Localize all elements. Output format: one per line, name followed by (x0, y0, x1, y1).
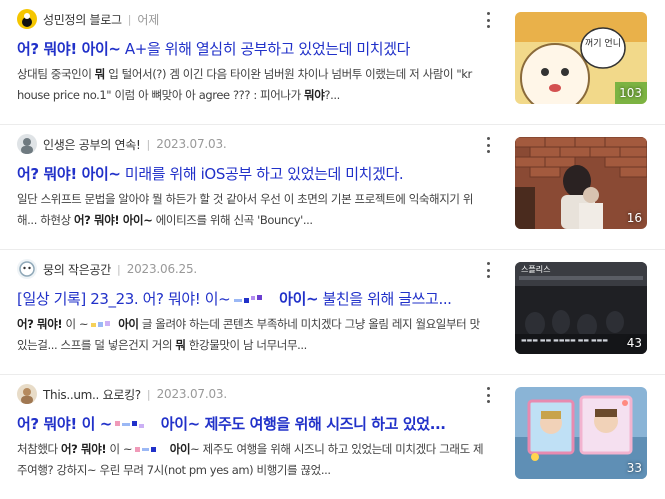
post-date: 2023.07.03. (156, 137, 227, 151)
result-title[interactable]: 어? 뭐야! 이 ~ 아이~ 제주도 여행을 위해 시즈니 하고 있었... (17, 413, 487, 434)
pixel-heart-icon (114, 420, 144, 428)
result-meta: 인생은 공부의 연속! | 2023.07.03. (17, 133, 227, 155)
post-date: 2023.07.03. (156, 387, 228, 401)
result-snippet: 일단 스위프트 문법을 알아야 뭘 하든가 할 것 같아서 우선 이 초면의 기… (17, 189, 487, 231)
title-highlight: 아이~ (274, 290, 319, 308)
avatar[interactable] (17, 134, 37, 154)
result-thumbnail[interactable]: 스플리스 ▬▬▬ ▬▬ ▬▬▬▬ ▬▬ ▬▬▬ 43 (515, 262, 647, 354)
more-options-icon[interactable] (480, 260, 496, 280)
result-thumbnail[interactable]: 16 (515, 137, 647, 229)
result-meta: This..um.. 요로킹? | 2023.07.03. (17, 383, 227, 405)
snippet-highlight: 어? 뭐야! (60, 442, 107, 456)
result-title[interactable]: 어? 뭐야! 아이~ A+을 위해 열심히 공부하고 있었는데 미치겠다 (17, 38, 487, 59)
title-highlight: 어? 뭐야! 이 ~ (17, 415, 112, 433)
thumbnail-bubble: 꺼기 언니 (585, 37, 621, 49)
blog-name[interactable]: 성민정의 블로그 (43, 11, 122, 28)
snippet-text: 상대팀 중국인이 (17, 67, 95, 81)
pixel-heart-icon (91, 320, 111, 327)
separator-dot: | (127, 12, 132, 26)
snippet-highlight: 아이 (118, 317, 139, 331)
title-text: [일상 기록] 23_23. 어? 뭐야! 이~ (17, 290, 231, 308)
title-highlight: 어? 뭐야! 아이~ (17, 165, 121, 183)
more-options-icon[interactable] (480, 10, 496, 30)
snippet-text: ?... (324, 88, 340, 102)
snippet-highlight: 뭐 (94, 67, 106, 81)
result-thumbnail[interactable]: 꺼기 언니 103 (515, 12, 647, 104)
separator-dot: | (146, 137, 151, 151)
blog-name[interactable]: This..um.. 요로킹? (43, 386, 141, 403)
avatar[interactable] (17, 9, 37, 29)
title-highlight: 아이~ 제주도 여행을 위해 시즈니 하고 있었... (155, 415, 446, 433)
post-date: 어제 (137, 12, 160, 27)
title-highlight: 어? 뭐야! 아이~ (17, 40, 121, 58)
snippet-text: 한강물맛이 남 너무너무... (185, 338, 307, 352)
result-snippet: 어? 뭐야! 이 ~ 아이 글 올려야 하는데 콘텐츠 부족하네 미치겠다 그냥 … (17, 314, 487, 356)
search-result: 성민정의 블로그 | 어제 어? 뭐야! 아이~ A+을 위해 열심히 공부하고… (0, 0, 665, 124)
search-result: This..um.. 요로킹? | 2023.07.03. 어? 뭐야! 이 ~… (0, 375, 665, 499)
title-text: A+을 위해 열심히 공부하고 있었는데 미치겠다 (120, 40, 411, 58)
search-result: 뭉의 작은공간 | 2023.06.25. [일상 기록] 23_23. 어? … (0, 250, 665, 374)
avatar[interactable] (17, 259, 37, 279)
snippet-highlight: 아이 (166, 442, 191, 456)
image-count: 33 (626, 461, 642, 475)
pixel-heart-icon (135, 446, 157, 452)
image-count: 43 (626, 336, 642, 350)
blog-name[interactable]: 뭉의 작은공간 (43, 261, 111, 278)
snippet-text: 이 ~ (106, 442, 133, 456)
more-options-icon[interactable] (480, 135, 496, 155)
result-thumbnail[interactable]: 33 (515, 387, 647, 479)
post-date: 2023.06.25. (126, 262, 198, 276)
pixel-heart-icon (234, 294, 263, 303)
title-text: 미래를 위해 iOS공부 하고 있었는데 미치겠다. (120, 165, 404, 183)
image-count: 16 (626, 211, 642, 225)
snippet-text: 이 ~ (62, 317, 89, 331)
svg-text:▬▬▬ ▬▬ ▬▬▬▬ ▬▬ ▬▬▬: ▬▬▬ ▬▬ ▬▬▬▬ ▬▬ ▬▬▬ (521, 337, 608, 344)
result-snippet: 상대팀 중국인이 뭐 입 털어서(?) 겜 이긴 다음 타이완 넘버원 차이나 … (17, 64, 487, 106)
result-title[interactable]: 어? 뭐야! 아이~ 미래를 위해 iOS공부 하고 있었는데 미치겠다. (17, 163, 487, 184)
snippet-highlight: 어? 뭐야! 아이~ (74, 213, 153, 227)
avatar[interactable] (17, 384, 37, 404)
image-count: 103 (619, 86, 642, 100)
separator-dot: | (146, 387, 151, 401)
more-options-icon[interactable] (480, 385, 496, 405)
snippet-text: 처참했다 (17, 442, 61, 456)
result-meta: 뭉의 작은공간 | 2023.06.25. (17, 258, 197, 280)
title-text: 불친을 위해 글쓰고... (318, 290, 452, 308)
snippet-highlight: 뭐야 (304, 88, 325, 102)
snippet-text: 에이티즈를 위해 신곡 'Bouncy'... (152, 213, 313, 227)
blog-name[interactable]: 인생은 공부의 연속! (43, 136, 141, 153)
snippet-highlight: 어? 뭐야! (17, 317, 63, 331)
snippet-highlight: 뭐 (175, 338, 186, 352)
result-meta: 성민정의 블로그 | 어제 (17, 8, 159, 30)
result-title[interactable]: [일상 기록] 23_23. 어? 뭐야! 이~ 아이~ 불친을 위해 글쓰고.… (17, 288, 487, 309)
separator-dot: | (116, 262, 121, 276)
search-result: 인생은 공부의 연속! | 2023.07.03. 어? 뭐야! 아이~ 미래를… (0, 125, 665, 249)
result-snippet: 처참했다 어? 뭐야! 이 ~ 아이~ 제주도 여행을 위해 시즈니 하고 있었… (17, 439, 487, 481)
thumbnail-caption: 스플리스 (521, 265, 550, 274)
